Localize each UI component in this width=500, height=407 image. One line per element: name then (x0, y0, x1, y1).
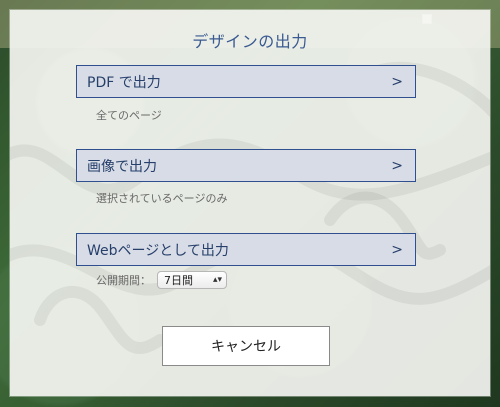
export-image-label: 画像で出力 (87, 158, 157, 175)
chevron-right-icon: > (391, 157, 403, 174)
export-pdf-label: PDF で出力 (87, 74, 161, 91)
export-image-subtext: 選択されているページのみ (96, 192, 228, 205)
export-web-label: Webページとして出力 (87, 242, 229, 259)
chevron-right-icon: > (391, 73, 403, 90)
export-image-button[interactable]: 画像で出力 > (76, 149, 416, 182)
export-pdf-subtext: 全てのページ (96, 109, 162, 122)
cancel-button[interactable]: キャンセル (162, 326, 330, 366)
publish-period-value: 7日間 (164, 274, 193, 287)
export-web-button[interactable]: Webページとして出力 > (76, 233, 416, 266)
up-down-chevron-icon: ▴▾ (212, 274, 222, 285)
export-modal: デザインの出力 PDF で出力 > 全てのページ 画像で出力 > 選択されている… (10, 10, 490, 396)
publish-period-select[interactable]: 7日間 ▴▾ (157, 271, 227, 289)
export-pdf-button[interactable]: PDF で出力 > (76, 65, 416, 98)
publish-period-label: 公開期間： (96, 274, 151, 287)
cancel-button-label: キャンセル (211, 339, 281, 355)
chevron-right-icon: > (391, 241, 403, 258)
modal-title: デザインの出力 (192, 32, 308, 51)
publish-period-row: 公開期間： 7日間 ▴▾ (96, 271, 227, 289)
